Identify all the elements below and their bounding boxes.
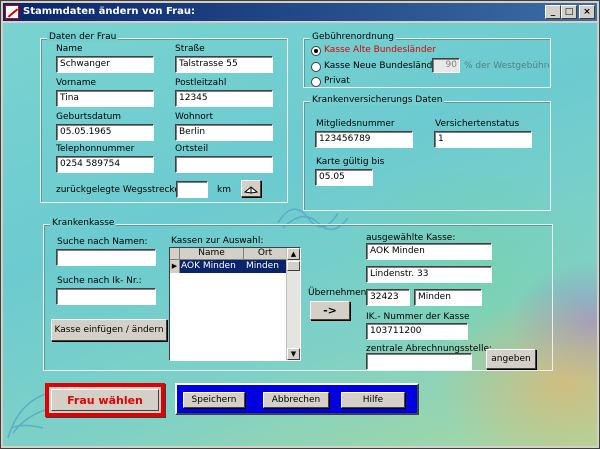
strasse-field[interactable]: Talstrasse 55 <box>175 56 273 73</box>
grid-corner <box>170 248 180 260</box>
geburtsdatum-field[interactable]: 05.05.1965 <box>56 124 154 141</box>
row-pointer-icon: ▶ <box>170 260 180 273</box>
suche-ik-label: Suche nach Ik- Nr.: <box>57 276 142 286</box>
ortsteil-field[interactable] <box>175 156 273 173</box>
minimize-button[interactable]: _ <box>545 5 561 19</box>
title-bar[interactable]: Stammdaten ändern von Frau: _ □ × <box>3 3 597 21</box>
telefon-field[interactable]: 0254 589754 <box>56 156 154 173</box>
ausgewaehlt-ort-field[interactable]: Minden <box>414 289 482 306</box>
angeben-button[interactable]: angeben <box>486 349 536 369</box>
telefon-label: Telephonnummer <box>56 144 135 154</box>
grid-header-name[interactable]: Name <box>180 248 244 260</box>
row-ort: Minden <box>246 261 279 271</box>
gebuehren-group: Gebührenordnung Kasse Alte Bundesländer … <box>303 32 551 88</box>
name-label: Name <box>56 44 83 54</box>
radio-neue-bundeslaender[interactable] <box>311 62 321 72</box>
wegstrecke-field[interactable] <box>176 181 208 198</box>
grid-scrollbar[interactable]: ▲ ▼ <box>286 248 300 360</box>
radio-privat[interactable] <box>311 77 321 87</box>
kv-legend: Krankenversicherungs Daten <box>310 95 445 105</box>
main-window: Stammdaten ändern von Frau: _ □ × Daten … <box>0 0 600 449</box>
frau-waehlen-button[interactable]: Frau wählen <box>51 389 159 411</box>
ik-label: IK.- Nummer der Kasse <box>366 312 470 322</box>
scroll-thumb[interactable] <box>287 261 300 271</box>
kv-group: Krankenversicherungs Daten Mitgliedsnumm… <box>303 95 551 211</box>
option-alte-bundeslaender-label: Kasse Alte Bundesländer <box>324 45 436 55</box>
kasse-legend: Krankenkasse <box>50 218 117 228</box>
table-row[interactable]: AOK Minden Minden <box>180 260 286 273</box>
frau-group: Daten der Frau Name Schwanger Straße Tal… <box>40 32 288 203</box>
suche-name-label: Suche nach Namen: <box>57 237 148 247</box>
mitglied-label: Mitgliedsnummer <box>316 119 395 129</box>
auswahl-label: Kassen zur Auswahl: <box>171 236 264 246</box>
ik-field[interactable]: 103711200 <box>366 323 468 340</box>
scroll-down-icon[interactable]: ▼ <box>287 348 300 360</box>
window-title: Stammdaten ändern von Frau: <box>23 6 195 17</box>
percent-suffix-label: % der Westgebühren <box>464 61 549 71</box>
wohnort-label: Wohnort <box>175 112 214 122</box>
speichern-button[interactable]: Speichern <box>183 392 245 408</box>
mitglied-field[interactable]: 123456789 <box>315 131 413 148</box>
vorname-field[interactable]: Tina <box>56 90 154 107</box>
km-label: km <box>217 185 231 195</box>
karte-label: Karte gültig bis <box>316 157 385 167</box>
client-area: Daten der Frau Name Schwanger Straße Tal… <box>3 23 597 446</box>
name-field[interactable]: Schwanger <box>56 56 154 73</box>
suche-ik-field[interactable] <box>56 288 156 305</box>
frau-waehlen-frame: Frau wählen <box>45 383 165 417</box>
strasse-label: Straße <box>175 44 205 54</box>
uebernehmen-label: Übernehmen <box>308 288 367 298</box>
frau-legend: Daten der Frau <box>47 32 119 42</box>
option-privat-label: Privat <box>324 76 350 86</box>
scroll-up-icon[interactable]: ▲ <box>287 248 300 260</box>
route-calc-button[interactable] <box>241 180 261 197</box>
plz-label: Postleitzahl <box>175 78 227 88</box>
vorname-label: Vorname <box>56 78 97 88</box>
abrechnung-field[interactable] <box>366 353 472 370</box>
maximize-button[interactable]: □ <box>561 5 577 19</box>
ausgewaehlt-strasse-field[interactable]: Lindenstr. 33 <box>366 266 492 283</box>
gebuehren-legend: Gebührenordnung <box>310 32 396 42</box>
kasse-einfuegen-button[interactable]: Kasse einfügen / ändern <box>51 319 167 341</box>
kasse-group: Krankenkasse Suche nach Namen: Suche nac… <box>43 218 553 371</box>
status-label: Versichertenstatus <box>435 119 520 129</box>
wohnort-field[interactable]: Berlin <box>175 124 273 141</box>
row-name: AOK Minden <box>181 261 236 271</box>
status-field[interactable]: 1 <box>434 131 532 148</box>
ausgewaehlt-plz-field[interactable]: 32423 <box>366 289 410 306</box>
uebernehmen-button[interactable]: -> <box>310 301 350 320</box>
ausgewaehlt-name-field[interactable]: AOK Minden <box>366 243 492 260</box>
ortsteil-label: Ortsteil <box>175 144 209 154</box>
app-icon <box>5 5 19 19</box>
kassen-grid[interactable]: Name Ort ▶ AOK Minden Minden ▲ ▼ <box>169 247 301 361</box>
option-neue-bundeslaender-label: Kasse Neue Bundesländer: <box>324 61 445 71</box>
book-icon <box>244 186 258 194</box>
percent-field[interactable]: 90 <box>432 58 460 73</box>
abbrechen-button[interactable]: Abbrechen <box>263 392 329 408</box>
plz-field[interactable]: 12345 <box>175 90 273 107</box>
radio-alte-bundeslaender[interactable] <box>311 46 321 56</box>
ausgewaehlt-label: ausgewählte Kasse: <box>366 233 456 243</box>
close-button[interactable]: × <box>579 5 595 19</box>
suche-name-field[interactable] <box>56 249 156 266</box>
wegstrecke-label: zurückgelegte Wegsstrecke: <box>56 185 183 195</box>
karte-field[interactable]: 05.05 <box>315 169 373 186</box>
grid-header-ort[interactable]: Ort <box>244 248 286 260</box>
geburtsdatum-label: Geburtsdatum <box>56 112 122 122</box>
action-panel: Speichern Abbrechen Hilfe <box>175 383 419 415</box>
hilfe-button[interactable]: Hilfe <box>341 392 405 408</box>
